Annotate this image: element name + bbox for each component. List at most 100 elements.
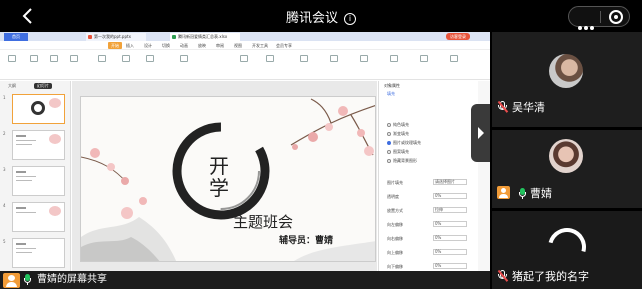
settings-icon[interactable] xyxy=(450,55,458,62)
arrange-icon[interactable] xyxy=(330,55,338,62)
wps-tab-xlsx[interactable]: 腾讯新冠爱情类汇总表.xlsx xyxy=(170,33,240,41)
field-label: 向下偏移 xyxy=(387,264,403,269)
participant-column: 吴华清 曹婧 猪起了我的名字 xyxy=(492,32,642,289)
paste-icon[interactable] xyxy=(8,55,16,62)
branch xyxy=(290,98,375,156)
replace-icon[interactable] xyxy=(390,55,398,62)
wps-user-badge[interactable]: 访客登录 xyxy=(446,33,470,40)
field-label: 向左偏移 xyxy=(387,222,403,227)
new-slide-icon[interactable] xyxy=(98,55,106,62)
thumb-line xyxy=(16,144,32,145)
thumb-line xyxy=(16,180,32,181)
ppt-icon xyxy=(88,35,92,39)
paragraph-icon[interactable] xyxy=(240,55,248,62)
select-icon[interactable] xyxy=(420,55,428,62)
blossom xyxy=(325,123,333,131)
expand-arrow-icon[interactable] xyxy=(471,104,490,162)
screen-share-label: 曹婧的屏幕共享 xyxy=(37,274,107,285)
cut-icon[interactable] xyxy=(30,55,38,62)
slide-thumbnail[interactable] xyxy=(12,166,65,196)
find-icon[interactable] xyxy=(360,55,368,62)
menu-slideshow[interactable]: 放映 xyxy=(198,42,206,49)
meeting-title: 腾讯会议 xyxy=(285,11,338,26)
thumb-line xyxy=(16,140,36,141)
placement-select[interactable]: 拉伸 xyxy=(433,207,467,213)
menu-transition[interactable]: 切换 xyxy=(162,42,170,49)
participant-tile[interactable]: 猪起了我的名字 xyxy=(492,211,642,289)
reset-icon[interactable] xyxy=(146,55,154,62)
xlsx-icon xyxy=(172,35,176,39)
blossom xyxy=(357,129,365,137)
menu-review[interactable]: 审阅 xyxy=(216,42,224,49)
participant-tile[interactable]: 曹婧 xyxy=(492,130,642,208)
menu-devtools[interactable]: 开发工具 xyxy=(252,42,268,49)
branch xyxy=(81,156,128,184)
outline-tab[interactable]: 大纲 xyxy=(8,83,16,89)
format-icon[interactable] xyxy=(70,55,78,62)
radio-icon xyxy=(387,150,391,154)
menu-animation[interactable]: 动画 xyxy=(180,42,188,49)
offset-right-input[interactable]: 0% xyxy=(433,235,467,241)
mic-muted-icon xyxy=(497,101,508,113)
wps-tab-ppt[interactable]: 第一次我的ppt.pptx xyxy=(86,33,146,41)
more-icon[interactable] xyxy=(578,15,596,30)
current-slide[interactable]: 开学 主题班会 辅导员：曹婧 xyxy=(80,96,376,262)
avatar-icon xyxy=(3,273,20,288)
field-label: 放置方式 xyxy=(387,208,403,213)
capsule-divider xyxy=(600,11,601,23)
meeting-title-row: 腾讯会议 i xyxy=(0,7,642,26)
blossom xyxy=(121,207,133,219)
menu-view[interactable]: 视图 xyxy=(234,42,242,49)
thumb-blossom xyxy=(49,134,61,144)
checkbox-icon xyxy=(387,159,391,163)
close-target-icon[interactable] xyxy=(609,10,623,24)
blossom xyxy=(364,146,374,156)
text-box-icon[interactable] xyxy=(266,55,274,62)
fill-option-picture[interactable]: 图片或纹理填充 xyxy=(387,140,421,146)
fill-option-solid[interactable]: 纯色填充 xyxy=(387,122,409,128)
screen-share-avatar-icon xyxy=(497,186,519,199)
fill-option-pattern[interactable]: 图案填充 xyxy=(387,149,409,155)
offset-up-input[interactable]: 0% xyxy=(433,249,467,255)
blossom xyxy=(90,148,100,158)
blossom xyxy=(139,197,147,205)
hide-background-option[interactable]: 隐藏背景图形 xyxy=(387,158,417,164)
radio-icon xyxy=(387,123,391,127)
loading-spinner-icon xyxy=(541,221,593,273)
option-label: 隐藏背景图形 xyxy=(393,158,417,163)
slide-thumbnail[interactable] xyxy=(12,94,65,124)
offset-down-input[interactable]: 0% xyxy=(433,263,467,269)
shape-icon[interactable] xyxy=(300,55,308,62)
fill-option-gradient[interactable]: 渐变填充 xyxy=(387,131,409,137)
slide-thumbnail[interactable] xyxy=(12,238,65,268)
menu-insert[interactable]: 插入 xyxy=(126,42,134,49)
thumb-number: 5 xyxy=(3,239,6,244)
participant-tile[interactable]: 吴华清 xyxy=(492,32,642,127)
menu-start[interactable]: 开始 xyxy=(108,42,122,49)
layout-icon[interactable] xyxy=(122,55,130,62)
slides-tab[interactable]: 幻灯片 xyxy=(34,83,52,89)
menu-design[interactable]: 设计 xyxy=(144,42,152,49)
thumb-blossom xyxy=(49,98,61,108)
info-icon[interactable]: i xyxy=(344,13,356,25)
copy-icon[interactable] xyxy=(50,55,58,62)
slide-heading: 开学 xyxy=(209,154,229,200)
blossom xyxy=(308,132,318,142)
slide-thumbnail[interactable] xyxy=(12,130,65,160)
thumb-line xyxy=(16,243,26,245)
mic-muted-icon xyxy=(497,270,508,282)
thumb-line xyxy=(16,248,36,249)
thumb-number: 4 xyxy=(3,203,6,208)
properties-title: 对象属性 xyxy=(384,83,400,88)
offset-left-input[interactable]: 0% xyxy=(433,221,467,227)
font-box-icon[interactable] xyxy=(180,55,188,62)
slide-thumbnail[interactable] xyxy=(12,202,65,232)
slide-topic: 主题班会 xyxy=(233,213,294,231)
picture-fill-select[interactable]: 请选择图片 xyxy=(433,179,467,185)
field-label: 图片填充 xyxy=(387,180,403,185)
menu-member[interactable]: 会员专享 xyxy=(276,42,292,49)
transparency-input[interactable]: 0% xyxy=(433,193,467,199)
slide-canvas-area: 开学 主题班会 辅导员：曹婧 xyxy=(72,81,377,277)
fill-tab[interactable]: 填充 xyxy=(387,91,395,97)
wps-tab-home[interactable]: 首页 xyxy=(4,33,28,41)
